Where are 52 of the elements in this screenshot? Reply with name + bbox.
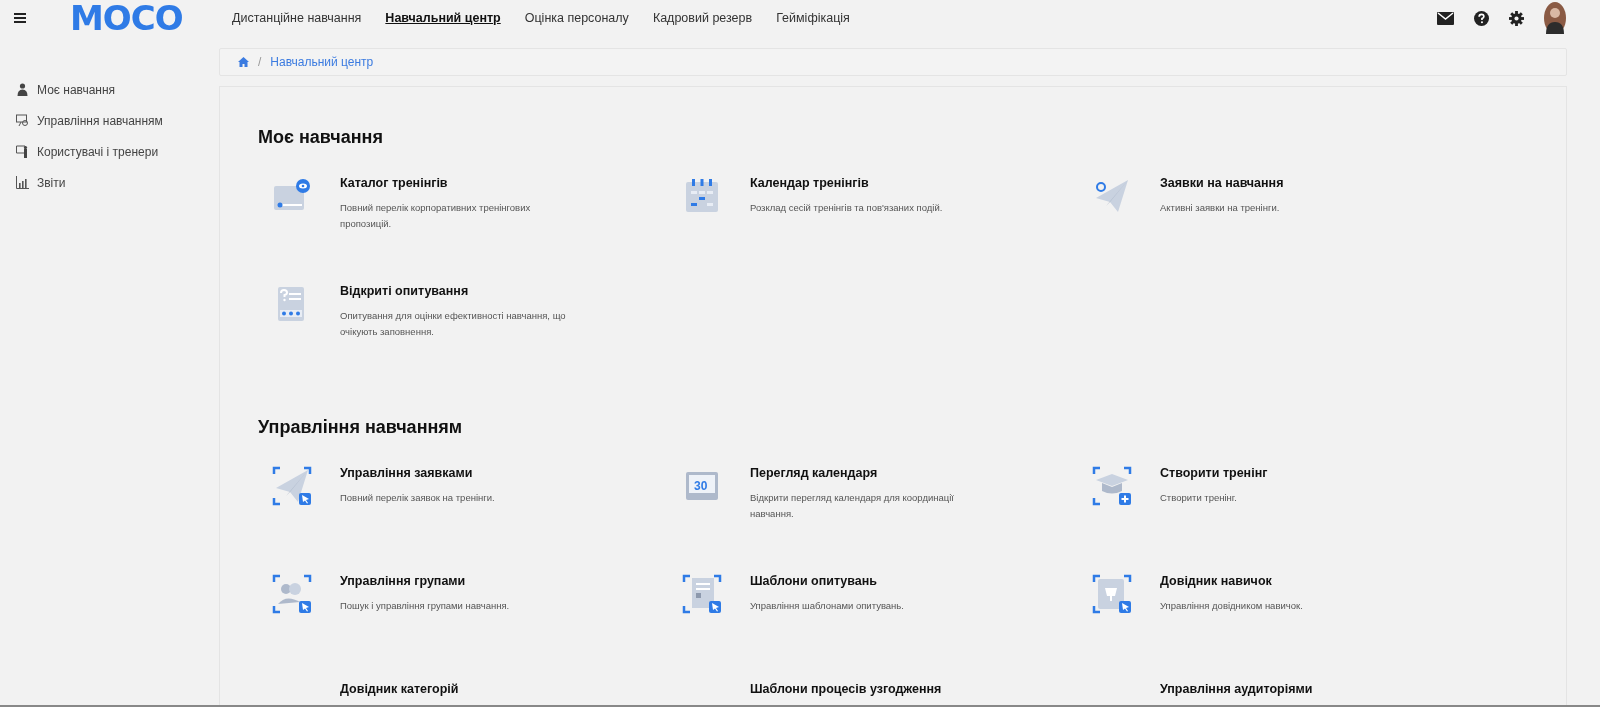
menu-icon[interactable] xyxy=(14,13,26,23)
person-icon xyxy=(16,83,29,96)
sidebar-item[interactable]: Моє навчання xyxy=(37,82,116,97)
tile-illustration-icon[interactable] xyxy=(1092,466,1132,506)
tile-title-link[interactable]: Перегляд календаря xyxy=(750,466,980,480)
help-icon[interactable] xyxy=(1474,10,1489,26)
tile-title-link[interactable]: Шаблони опитувань xyxy=(750,574,980,588)
presentation-icon xyxy=(16,114,29,127)
tile-title-link[interactable]: Календар тренінгів xyxy=(750,176,980,190)
tile-illustration-icon[interactable] xyxy=(1092,574,1132,614)
tile-description: Створити тренінг. xyxy=(1160,491,1238,505)
mail-icon[interactable] xyxy=(1437,11,1454,25)
section-heading: Управління навчанням xyxy=(258,417,464,438)
tile-title-link[interactable]: Відкриті опитування xyxy=(340,284,570,298)
tile-description: Повний перелік корпоративних тренінгових пропозицій. xyxy=(340,201,532,231)
chart-icon xyxy=(16,176,29,189)
home-icon[interactable] xyxy=(238,57,249,67)
breadcrumb-link[interactable]: Навчальний центр xyxy=(270,55,374,69)
nav-tab[interactable]: Оцінка персоналу xyxy=(524,11,629,25)
logo[interactable]: MOCO xyxy=(70,0,188,36)
tile-description: Опитування для оцінки ефективності навчання, що очікують заповнення. xyxy=(340,309,567,339)
tile-description: Відкрити перегляд календаря для координації навчання. xyxy=(750,491,955,521)
tile-title-link[interactable]: Створити тренінг xyxy=(1160,466,1390,480)
tile-description: Повний перелік заявок на тренінги. xyxy=(340,491,496,505)
tile-illustration-icon[interactable] xyxy=(682,574,722,614)
tile-title-link[interactable]: Управління групами xyxy=(340,574,570,588)
trainer-icon xyxy=(16,145,29,158)
settings-icon[interactable] xyxy=(1509,10,1524,26)
breadcrumb-separator: / xyxy=(258,55,262,69)
section-heading: Моє навчання xyxy=(258,127,384,148)
nav-tab[interactable]: Кадровий резерв xyxy=(652,11,753,25)
tile-title-link[interactable]: Довідник категорій xyxy=(340,682,459,696)
tile-illustration-icon[interactable] xyxy=(272,574,312,614)
nav-tab[interactable]: Навчальний центр xyxy=(385,11,501,25)
tile-title-link[interactable]: Управління заявками xyxy=(340,466,570,480)
tile-title-link[interactable]: Заявки на навчання xyxy=(1160,176,1390,190)
nav-tab[interactable]: Гейміфікація xyxy=(776,11,850,25)
tile-title-link[interactable]: Шаблони процесів узгодження xyxy=(750,682,942,696)
tile-description: Управління довідником навичок. xyxy=(1160,599,1304,613)
tile-title-link[interactable]: Каталог тренінгів xyxy=(340,176,570,190)
sidebar-item[interactable]: Користувачі і тренери xyxy=(37,144,159,159)
sidebar-item[interactable]: Звіти xyxy=(37,175,66,190)
tile-title-link[interactable]: Довідник навичок xyxy=(1160,574,1390,588)
tile-illustration-icon[interactable] xyxy=(272,466,312,506)
tile-title-link[interactable]: Управління аудиторіями xyxy=(1160,682,1313,696)
tile-description: Пошук і управління групами навчання. xyxy=(340,599,511,613)
nav-tab[interactable]: Дистанційне навчання xyxy=(232,11,362,25)
tile-description: Розклад сесій тренінгів та пов'язаних подій. xyxy=(750,201,944,215)
tile-description: Активні заявки на тренінги. xyxy=(1160,201,1281,215)
avatar-icon[interactable] xyxy=(1544,2,1566,34)
sidebar-item[interactable]: Управління навчанням xyxy=(37,113,163,128)
tile-description: Управління шаблонами опитувань. xyxy=(750,599,905,613)
